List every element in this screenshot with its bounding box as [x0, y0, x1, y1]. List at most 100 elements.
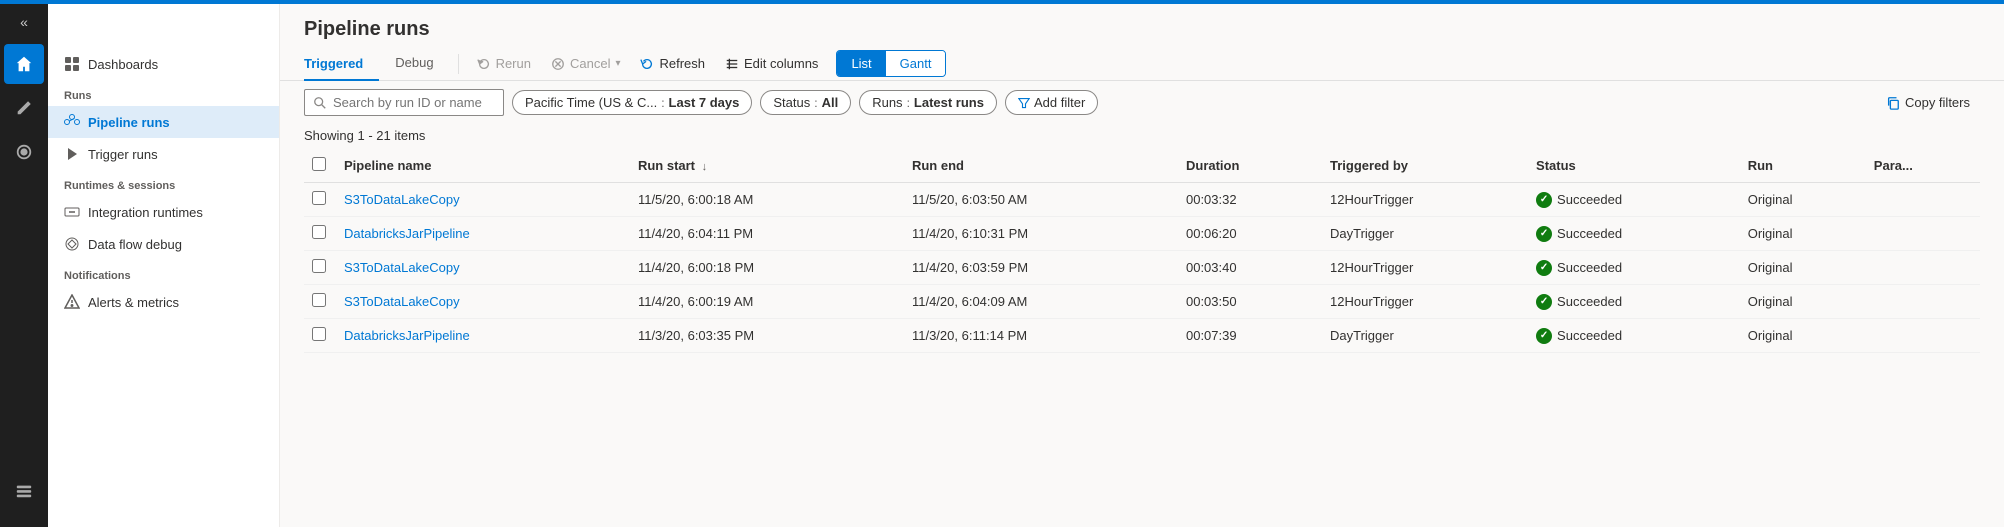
status-cell: ✓ Succeeded — [1536, 294, 1732, 310]
refresh-button[interactable]: Refresh — [630, 50, 715, 77]
row-pipeline-name: S3ToDataLakeCopy — [336, 285, 630, 319]
pipeline-runs-icon — [64, 114, 80, 130]
cancel-icon — [551, 57, 565, 71]
nav-icon-edit[interactable] — [4, 88, 44, 128]
collapse-icon-wrap[interactable]: « — [0, 4, 48, 40]
home-icon — [15, 55, 33, 73]
cancel-button[interactable]: Cancel ▾ — [541, 50, 631, 77]
row-checkbox-cell — [304, 285, 336, 319]
col-run-start[interactable]: Run start ↓ — [630, 149, 904, 183]
status-filter-chip[interactable]: Status : All — [760, 90, 851, 115]
status-filter-label: Status — [773, 95, 810, 110]
rerun-label: Rerun — [496, 56, 531, 71]
search-box[interactable] — [304, 89, 504, 116]
main-content: Pipeline runs Triggered Debug Rerun Canc… — [280, 0, 2004, 527]
pipeline-link[interactable]: S3ToDataLakeCopy — [344, 294, 460, 309]
row-pipeline-name: DatabricksJarPipeline — [336, 217, 630, 251]
status-label: Succeeded — [1557, 294, 1622, 309]
nav-icon-monitor[interactable] — [4, 132, 44, 172]
rerun-button[interactable]: Rerun — [467, 50, 541, 77]
pipeline-link[interactable]: S3ToDataLakeCopy — [344, 192, 460, 207]
row-checkbox-cell — [304, 183, 336, 217]
col-triggered-by: Triggered by — [1322, 149, 1528, 183]
row-run: Original — [1740, 251, 1866, 285]
runs-filter-chip[interactable]: Runs : Latest runs — [859, 90, 997, 115]
row-duration: 00:03:32 — [1178, 183, 1322, 217]
time-filter-label: Pacific Time (US & C... — [525, 95, 657, 110]
sidebar-item-pipeline-runs-label: Pipeline runs — [88, 115, 170, 130]
row-run: Original — [1740, 285, 1866, 319]
cancel-chevron: ▾ — [615, 58, 620, 69]
row-duration: 00:06:20 — [1178, 217, 1322, 251]
alerts-metrics-icon — [64, 294, 80, 310]
sidebar-item-data-flow-debug-label: Data flow debug — [88, 237, 182, 252]
row-status: ✓ Succeeded — [1528, 183, 1740, 217]
row-checkbox-cell — [304, 251, 336, 285]
collapse-icon[interactable]: « — [12, 4, 36, 40]
sidebar-item-dashboards[interactable]: Dashboards — [48, 48, 279, 80]
time-filter-chip[interactable]: Pacific Time (US & C... : Last 7 days — [512, 90, 752, 115]
notifications-section-label: Notifications — [48, 260, 279, 286]
row-checkbox[interactable] — [312, 259, 326, 273]
col-run-end: Run end — [904, 149, 1178, 183]
view-list-button[interactable]: List — [837, 51, 885, 76]
sidebar-item-integration-runtimes[interactable]: Integration runtimes — [48, 196, 279, 228]
col-run: Run — [1740, 149, 1866, 183]
row-status: ✓ Succeeded — [1528, 285, 1740, 319]
row-checkbox[interactable] — [312, 327, 326, 341]
edit-columns-label: Edit columns — [744, 56, 818, 71]
status-label: Succeeded — [1557, 192, 1622, 207]
row-triggered-by: 12HourTrigger — [1322, 285, 1528, 319]
select-all-checkbox[interactable] — [312, 157, 326, 171]
row-duration: 00:07:39 — [1178, 319, 1322, 353]
sidebar-item-alerts-metrics[interactable]: Alerts & metrics — [48, 286, 279, 318]
status-dot: ✓ — [1536, 328, 1552, 344]
nav-icon-manage[interactable] — [4, 471, 44, 511]
row-parameters — [1866, 217, 1980, 251]
top-bar — [0, 0, 2004, 4]
filter-bar: Pacific Time (US & C... : Last 7 days St… — [280, 81, 2004, 124]
sidebar: Dashboards Runs Pipeline runs Trigger ru… — [48, 0, 280, 527]
sidebar-item-trigger-runs[interactable]: Trigger runs — [48, 138, 279, 170]
edit-columns-button[interactable]: Edit columns — [715, 50, 828, 77]
edit-icon — [15, 99, 33, 117]
search-input[interactable] — [333, 95, 493, 110]
row-pipeline-name: S3ToDataLakeCopy — [336, 251, 630, 285]
sidebar-item-pipeline-runs[interactable]: Pipeline runs — [48, 106, 279, 138]
add-filter-button[interactable]: Add filter — [1005, 90, 1098, 115]
row-run-end: 11/3/20, 6:11:14 PM — [904, 319, 1178, 353]
filter-icon — [1018, 97, 1030, 109]
status-filter-value: All — [822, 95, 839, 110]
pipeline-link[interactable]: DatabricksJarPipeline — [344, 226, 470, 241]
row-status: ✓ Succeeded — [1528, 217, 1740, 251]
row-checkbox[interactable] — [312, 293, 326, 307]
view-gantt-button[interactable]: Gantt — [886, 51, 946, 76]
time-filter-separator: : — [661, 96, 664, 110]
row-parameters — [1866, 319, 1980, 353]
table-row: DatabricksJarPipeline 11/4/20, 6:04:11 P… — [304, 217, 1980, 251]
status-check: ✓ — [1540, 263, 1548, 273]
nav-icon-home[interactable] — [4, 44, 44, 84]
rerun-icon — [477, 57, 491, 71]
pipeline-link[interactable]: DatabricksJarPipeline — [344, 328, 470, 343]
status-cell: ✓ Succeeded — [1536, 226, 1732, 242]
status-dot: ✓ — [1536, 226, 1552, 242]
pipeline-link[interactable]: S3ToDataLakeCopy — [344, 260, 460, 275]
row-run-start: 11/5/20, 6:00:18 AM — [630, 183, 904, 217]
sidebar-item-integration-runtimes-label: Integration runtimes — [88, 205, 203, 220]
row-checkbox[interactable] — [312, 225, 326, 239]
row-run: Original — [1740, 217, 1866, 251]
tab-debug[interactable]: Debug — [379, 47, 449, 80]
status-label: Succeeded — [1557, 328, 1622, 343]
row-checkbox[interactable] — [312, 191, 326, 205]
status-check: ✓ — [1540, 331, 1548, 341]
select-all-header — [304, 149, 336, 183]
copy-filters-button[interactable]: Copy filters — [1876, 90, 1980, 115]
runs-filter-label: Runs — [872, 95, 902, 110]
tab-triggered[interactable]: Triggered — [304, 48, 379, 81]
status-label: Succeeded — [1557, 226, 1622, 241]
search-icon — [313, 96, 327, 110]
row-duration: 00:03:50 — [1178, 285, 1322, 319]
table-row: S3ToDataLakeCopy 11/5/20, 6:00:18 AM 11/… — [304, 183, 1980, 217]
sidebar-item-data-flow-debug[interactable]: Data flow debug — [48, 228, 279, 260]
